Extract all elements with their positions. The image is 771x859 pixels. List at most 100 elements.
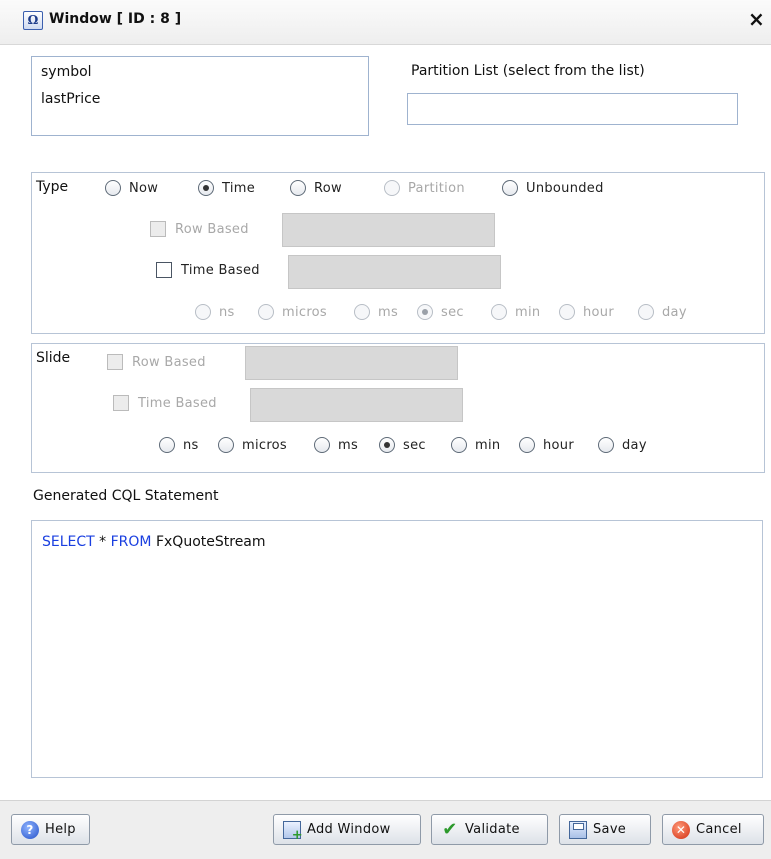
radio-now[interactable]: Now	[105, 180, 158, 196]
add-window-button[interactable]: Add Window	[273, 814, 421, 845]
checkbox	[150, 221, 166, 237]
radio-partition: Partition	[384, 180, 465, 196]
radio-label: ns	[183, 437, 199, 453]
omega-icon: Ω	[23, 11, 43, 30]
radio-label: micros	[282, 304, 328, 320]
cancel-button[interactable]: ✕ Cancel	[662, 814, 764, 845]
radio-button[interactable]	[159, 437, 175, 453]
field-list[interactable]: symbol lastPrice	[31, 56, 369, 136]
radio-label: ms	[338, 437, 359, 453]
radio-button[interactable]	[379, 437, 395, 453]
radio-label: min	[515, 304, 541, 320]
radio-label: min	[475, 437, 501, 453]
checkbox[interactable]	[156, 262, 172, 278]
radio-row[interactable]: Row	[290, 180, 342, 196]
checkbox-label: Row Based	[132, 354, 206, 370]
radio-button	[384, 180, 400, 196]
radio-button[interactable]	[198, 180, 214, 196]
slide-unit-ms[interactable]: ms	[314, 437, 358, 453]
type-unit-micros: micros	[258, 304, 327, 320]
cancel-icon: ✕	[672, 820, 690, 839]
radio-label: Time	[222, 180, 256, 196]
list-item[interactable]: lastPrice	[41, 91, 100, 107]
radio-button[interactable]	[451, 437, 467, 453]
type-unit-sec: sec	[417, 304, 464, 320]
help-button[interactable]: ? Help	[11, 814, 90, 845]
type-group: Type Now Time Row Partition Unbounded Ro…	[31, 172, 765, 334]
radio-unbounded[interactable]: Unbounded	[502, 180, 604, 196]
radio-label: day	[622, 437, 647, 453]
slide-unit-min[interactable]: min	[451, 437, 500, 453]
radio-label: day	[662, 304, 687, 320]
radio-button[interactable]	[105, 180, 121, 196]
add-window-icon	[283, 820, 303, 843]
type-unit-ms: ms	[354, 304, 398, 320]
type-unit-min: min	[491, 304, 540, 320]
type-time-based-checkbox[interactable]: Time Based	[156, 262, 260, 278]
save-button[interactable]: Save	[559, 814, 651, 845]
slide-row-based-input	[245, 346, 458, 380]
window-title: Window [ ID : 8 ]	[49, 11, 182, 27]
cql-token: *	[94, 534, 111, 550]
radio-button	[258, 304, 274, 320]
cql-label: Generated CQL Statement	[33, 488, 219, 504]
close-icon[interactable]: ×	[748, 9, 765, 29]
radio-label: hour	[543, 437, 574, 453]
checkbox-label: Row Based	[175, 221, 249, 237]
cql-keyword: FROM	[110, 534, 152, 550]
radio-label: Unbounded	[526, 180, 604, 196]
radio-time[interactable]: Time	[198, 180, 255, 196]
checkbox	[107, 354, 123, 370]
slide-time-based-checkbox: Time Based	[113, 395, 217, 411]
type-unit-hour: hour	[559, 304, 614, 320]
radio-label: ms	[378, 304, 399, 320]
partition-list-input[interactable]	[407, 93, 738, 125]
button-label: Help	[45, 822, 76, 837]
help-icon: ?	[21, 820, 39, 839]
slide-unit-day[interactable]: day	[598, 437, 647, 453]
slide-legend: Slide	[36, 350, 71, 366]
radio-button	[638, 304, 654, 320]
slide-unit-micros[interactable]: micros	[218, 437, 287, 453]
radio-label: sec	[441, 304, 464, 320]
slide-unit-sec[interactable]: sec	[379, 437, 426, 453]
cql-statement-area[interactable]: SELECT * FROM FxQuoteStream	[31, 520, 763, 778]
button-label: Validate	[465, 822, 520, 837]
checkmark-icon: ✔	[442, 818, 458, 840]
radio-button[interactable]	[314, 437, 330, 453]
radio-label: micros	[242, 437, 288, 453]
radio-button[interactable]	[290, 180, 306, 196]
radio-button	[354, 304, 370, 320]
title-bar: Ω Window [ ID : 8 ] ×	[0, 0, 771, 45]
checkbox-label: Time Based	[138, 395, 217, 411]
type-unit-ns: ns	[195, 304, 235, 320]
type-row-based-input	[282, 213, 495, 247]
radio-label: Now	[129, 180, 159, 196]
slide-unit-ns[interactable]: ns	[159, 437, 199, 453]
save-icon	[569, 820, 587, 839]
list-item[interactable]: symbol	[41, 64, 92, 80]
cql-keyword: SELECT	[42, 534, 95, 550]
type-legend: Type	[36, 179, 69, 195]
checkbox	[113, 395, 129, 411]
radio-button	[559, 304, 575, 320]
radio-label: Row	[314, 180, 342, 196]
button-label: Add Window	[307, 822, 391, 837]
partition-list-label: Partition List (select from the list)	[411, 63, 645, 79]
button-label: Cancel	[696, 822, 742, 837]
radio-button[interactable]	[218, 437, 234, 453]
button-bar: ? Help Add Window ✔ Validate Save ✕ Canc…	[0, 800, 771, 859]
slide-unit-hour[interactable]: hour	[519, 437, 574, 453]
radio-button[interactable]	[598, 437, 614, 453]
radio-button	[417, 304, 433, 320]
cql-statement: SELECT * FROM FxQuoteStream	[42, 534, 266, 550]
radio-button[interactable]	[519, 437, 535, 453]
radio-label: hour	[583, 304, 614, 320]
radio-button[interactable]	[502, 180, 518, 196]
cql-token: FxQuoteStream	[151, 534, 266, 550]
type-row-based-checkbox: Row Based	[150, 221, 249, 237]
radio-button	[491, 304, 507, 320]
validate-button[interactable]: ✔ Validate	[431, 814, 548, 845]
slide-row-based-checkbox: Row Based	[107, 354, 206, 370]
slide-group: Slide Row Based Time Based ns micros ms …	[31, 343, 765, 473]
